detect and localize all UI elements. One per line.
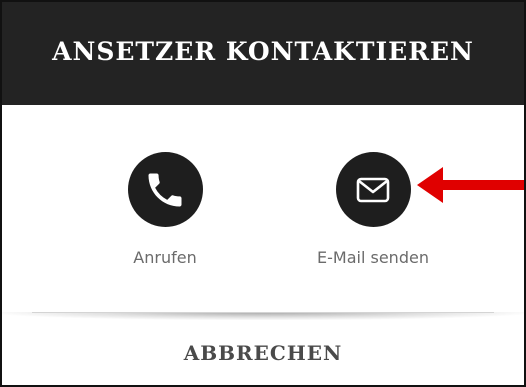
phone-icon [148,173,182,206]
contact-dialog: ANSETZER KONTAKTIEREN Anrufen E-Mail sen… [0,0,526,387]
call-action[interactable]: Anrufen [85,152,245,267]
call-button[interactable] [127,152,203,227]
email-label: E-Mail senden [317,248,429,267]
cancel-button[interactable]: ABBRECHEN [2,327,524,379]
call-label: Anrufen [133,248,197,267]
dialog-header: ANSETZER KONTAKTIEREN [2,2,524,105]
envelope-icon [356,177,390,202]
divider [32,312,494,313]
email-button[interactable] [335,152,411,227]
red-arrow-annotation [417,167,524,203]
divider-shadow [2,312,524,320]
dialog-title: ANSETZER KONTAKTIEREN [52,37,474,66]
